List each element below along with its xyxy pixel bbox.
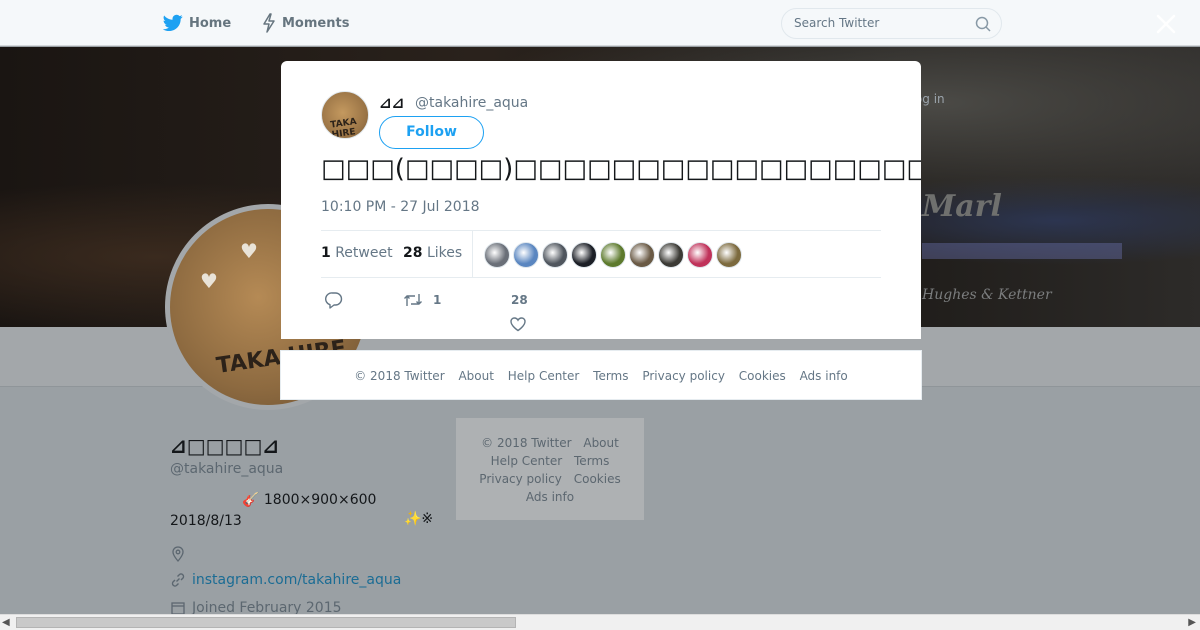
footer-privacy-link[interactable]: Privacy policy — [642, 369, 725, 383]
tweet-modal: TAKA HIRE ⊿⊿ @takahire_aqua Follow □□□(□… — [281, 61, 921, 339]
tweet-actions: 1 28 — [321, 289, 881, 333]
like-stat-count: 28 — [403, 245, 423, 261]
footer-about-link[interactable]: About — [458, 369, 493, 383]
footer-ads-link[interactable]: Ads info — [800, 369, 848, 383]
retweet-stat[interactable]: 1 Retweet — [321, 245, 393, 261]
liker-avatar[interactable] — [687, 242, 713, 268]
retweet-action-count: 1 — [433, 293, 442, 307]
liker-avatar[interactable] — [600, 242, 626, 268]
tweet-timestamp[interactable]: 10:10 PM - 27 Jul 2018 — [321, 199, 480, 215]
liker-avatar[interactable] — [542, 242, 568, 268]
liker-avatar[interactable] — [716, 242, 742, 268]
retweet-icon — [404, 294, 422, 306]
liker-avatar[interactable] — [571, 242, 597, 268]
liker-avatar[interactable] — [513, 242, 539, 268]
liker-avatar[interactable] — [484, 242, 510, 268]
liker-avatars — [484, 242, 742, 268]
close-icon[interactable] — [1152, 10, 1180, 38]
scroll-left-arrow-icon[interactable]: ◀ — [2, 617, 10, 628]
tweet-author-handle[interactable]: @takahire_aqua — [415, 95, 528, 111]
follow-button[interactable]: Follow — [379, 116, 484, 149]
like-stat-label: Likes — [426, 245, 463, 261]
footer-copyright: © 2018 Twitter — [354, 369, 445, 383]
tweet-author-name[interactable]: ⊿⊿ — [379, 94, 404, 112]
footer-help-link[interactable]: Help Center — [508, 369, 580, 383]
retweet-button[interactable]: 1 — [403, 291, 441, 309]
like-action-count: 28 — [511, 293, 528, 307]
scroll-right-arrow-icon[interactable]: ▶ — [1188, 617, 1196, 628]
reply-icon — [325, 292, 343, 309]
reply-button[interactable] — [325, 291, 343, 309]
footer-cookies-link[interactable]: Cookies — [739, 369, 786, 383]
footer-terms-link[interactable]: Terms — [593, 369, 628, 383]
liker-avatar[interactable] — [658, 242, 684, 268]
tweet-avatar[interactable]: TAKA HIRE — [321, 91, 369, 139]
like-stat[interactable]: 28 Likes — [403, 245, 462, 261]
scrollbar-thumb[interactable] — [16, 617, 516, 628]
modal-footer: © 2018 Twitter About Help Center Terms P… — [280, 350, 922, 400]
stats-divider — [472, 231, 473, 278]
tweet-text: □□□(□□□□)□□□□□□□□□□□□□□□□□□□□□□□□□□□□□□□… — [321, 154, 921, 184]
tweet-avatar-text: TAKA HIRE — [329, 117, 358, 139]
liker-avatar[interactable] — [629, 242, 655, 268]
horizontal-scrollbar[interactable]: ◀ ▶ — [0, 614, 1200, 630]
retweet-stat-label: Retweet — [335, 245, 393, 261]
retweet-stat-count: 1 — [321, 245, 331, 261]
tweet-stats: 1 Retweet 28 Likes — [321, 230, 881, 278]
heart-icon[interactable] — [509, 315, 527, 333]
